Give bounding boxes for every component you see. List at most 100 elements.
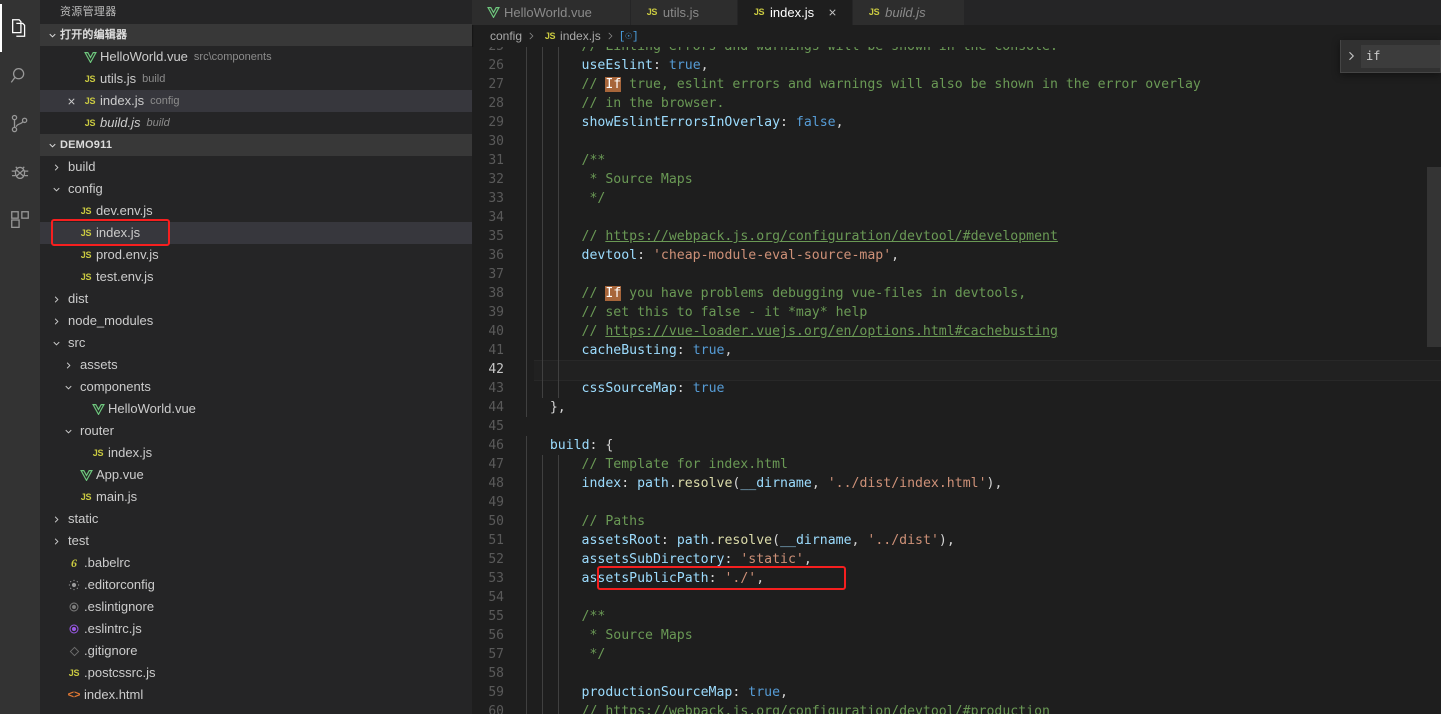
tree-item-test[interactable]: test (40, 530, 472, 552)
breadcrumb-item[interactable]: JS index.js (540, 29, 601, 43)
editor-group: HelloWorld.vue JS utils.js JS index.js JS buil… (472, 0, 1441, 714)
code-token: assetsPublicPath (581, 571, 709, 586)
editor-tab[interactable]: JS build.js (853, 0, 965, 25)
tree-item-helloworld-vue[interactable]: HelloWorld.vue (40, 398, 472, 420)
code-line: 52 assetsSubDirectory: 'static', (472, 550, 1441, 569)
tree-item-config[interactable]: config (40, 178, 472, 200)
tree-item-index-js[interactable]: JS index.js (40, 222, 472, 244)
close-icon[interactable] (62, 96, 80, 107)
chevron-right-icon[interactable] (48, 156, 64, 178)
line-content (526, 208, 1441, 227)
gitignore-file-icon (64, 646, 84, 657)
line-content: /** (526, 151, 1441, 170)
chevron-right-icon[interactable] (60, 354, 76, 376)
code-line: 28 // in the browser. (472, 94, 1441, 113)
activity-item-extensions[interactable] (0, 196, 40, 244)
tree-item-dist[interactable]: dist (40, 288, 472, 310)
tree-item-assets[interactable]: assets (40, 354, 472, 376)
tree-item-eslintrc-js[interactable]: .eslintrc.js (40, 618, 472, 640)
line-content: // If you have problems debugging vue-fi… (526, 284, 1441, 303)
tree-item-app-vue[interactable]: App.vue (40, 464, 472, 486)
project-header[interactable]: DEMO911 (40, 134, 472, 156)
tree-item-postcssrc-js[interactable]: JS .postcssrc.js (40, 662, 472, 684)
code-token: assetsRoot (581, 533, 661, 548)
line-number: 41 (488, 343, 504, 358)
breadcrumb-item[interactable]: [☉] (619, 29, 644, 43)
tree-item-static[interactable]: static (40, 508, 472, 530)
tree-item-src[interactable]: src (40, 332, 472, 354)
line-number: 33 (488, 191, 504, 206)
tree-item-router[interactable]: router (40, 420, 472, 442)
open-editors-list: HelloWorld.vue src\components JS utils.js bu… (40, 46, 472, 134)
line-number: 40 (488, 324, 504, 339)
tree-item-editorconfig[interactable]: .editorconfig (40, 574, 472, 596)
tree-item-label: App.vue (96, 467, 144, 482)
chevron-right-icon[interactable] (48, 310, 64, 332)
tree-item-index-html[interactable]: <> index.html (40, 684, 472, 706)
chevron-down-icon[interactable] (48, 332, 64, 354)
tree-item-label: src (68, 335, 86, 350)
line-content: // If true, eslint errors and warnings w… (526, 75, 1441, 94)
chevron-right-icon[interactable] (48, 288, 64, 310)
find-widget[interactable]: if (1340, 40, 1441, 73)
tree-item-build[interactable]: build (40, 156, 472, 178)
symbol-icon: [☉] (618, 31, 639, 43)
breadcrumb-item[interactable]: config (490, 29, 522, 43)
chevron-down-icon[interactable] (60, 376, 76, 398)
editor-scrollbar[interactable] (1427, 47, 1441, 714)
activity-item-run-and-debug[interactable] (0, 148, 40, 196)
line-number: 38 (488, 286, 504, 301)
code-token: : (660, 533, 677, 548)
code-token: cssSourceMap (581, 381, 677, 396)
tree-item-main-js[interactable]: JS main.js (40, 486, 472, 508)
code-token: true (668, 58, 701, 73)
code-token: '../dist' (867, 533, 939, 548)
tree-chevron-placeholder (48, 662, 64, 684)
code-token: cacheBusting (581, 343, 677, 358)
activity-item-search[interactable] (0, 52, 40, 100)
tree-item-eslintignore[interactable]: .eslintignore (40, 596, 472, 618)
editor-tab[interactable]: HelloWorld.vue (472, 0, 631, 25)
tree-item-dev-env-js[interactable]: JS dev.env.js (40, 200, 472, 222)
editor-tab[interactable]: JS index.js (738, 0, 854, 25)
tree-item-gitignore[interactable]: .gitignore (40, 640, 472, 662)
tree-item-babelrc[interactable]: 6 .babelrc (40, 552, 472, 574)
chevron-right-icon[interactable] (48, 530, 64, 552)
open-editors-header[interactable]: 打开的编辑器 (40, 24, 472, 46)
code-token: ), (938, 533, 955, 548)
line-content: */ (526, 189, 1441, 208)
line-content (526, 493, 1441, 512)
tree-item-index-js[interactable]: JS index.js (40, 442, 472, 464)
editor-tab[interactable]: JS utils.js (630, 0, 739, 25)
code-editor[interactable]: 25 // Linting errors and warnings will be… (472, 47, 1441, 714)
find-input[interactable]: if (1361, 44, 1440, 68)
chevron-right-icon[interactable] (48, 508, 64, 530)
open-editor-item[interactable]: JS utils.js build (40, 68, 472, 90)
open-editor-item[interactable]: JS index.js config (40, 90, 472, 112)
line-number: 28 (488, 96, 504, 111)
open-editor-item[interactable]: JS build.js build (40, 112, 472, 134)
chevron-right-icon[interactable] (1341, 50, 1361, 62)
chevron-down-icon[interactable] (48, 178, 64, 200)
tree-item-node-modules[interactable]: node_modules (40, 310, 472, 332)
code-token: // (581, 324, 606, 339)
activity-item-source-control[interactable] (0, 100, 40, 148)
code-token: // Linting errors and warnings will be s… (582, 47, 1058, 54)
tree-item-prod-env-js[interactable]: JS prod.env.js (40, 244, 472, 266)
line-number: 46 (488, 438, 504, 453)
scrollbar-thumb[interactable] (1427, 167, 1441, 347)
activity-item-explorer[interactable] (0, 4, 40, 52)
chevron-down-icon[interactable] (60, 420, 76, 442)
tree-item-test-env-js[interactable]: JS test.env.js (40, 266, 472, 288)
line-number: 30 (488, 134, 504, 149)
line-content (526, 664, 1441, 683)
code-token: build (549, 438, 590, 453)
code-token: https://vue-loader.vuejs.org/en/options.… (605, 324, 1058, 339)
breadcrumb-separator (601, 31, 619, 41)
code-line: 32 * Source Maps (472, 170, 1441, 189)
open-editor-item[interactable]: HelloWorld.vue src\components (40, 46, 472, 68)
tree-item-components[interactable]: components (40, 376, 472, 398)
tab-close-icon[interactable] (822, 7, 842, 18)
code-token: , (851, 533, 868, 548)
open-editor-name: utils.js (100, 71, 137, 86)
